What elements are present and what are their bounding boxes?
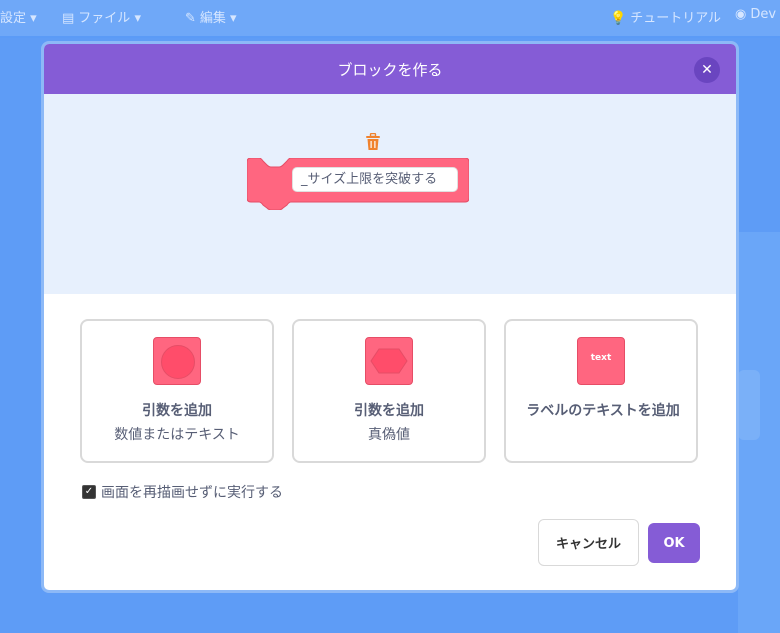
add-boolean-input-button[interactable]: 引数を追加 真偽値 (292, 319, 486, 463)
custom-block-preview: _サイズ上限を突破する (246, 157, 470, 214)
cancel-button[interactable]: キャンセル (538, 519, 639, 566)
avatar: ◉ (735, 7, 747, 22)
add-number-text-input-button[interactable]: 引数を追加 数値またはテキスト (80, 319, 274, 463)
settings-menu-label: 設定 (0, 11, 27, 26)
number-text-input-icon (153, 337, 201, 385)
make-block-dialog: ブロックを作る ✕ _サイズ上限を突破する 引数を追加 数値またはテキスト 引数… (41, 41, 739, 593)
run-without-refresh-row: ✓ 画面を再描画せずに実行する (82, 482, 283, 502)
pencil-icon: ✎ (185, 11, 196, 26)
close-button[interactable]: ✕ (694, 57, 720, 83)
lightbulb-icon: 💡 (610, 11, 627, 26)
option-subtitle: 真偽値 (368, 427, 410, 443)
file-menu[interactable]: ▤ ファイル ▾ (62, 7, 141, 26)
add-options: 引数を追加 数値またはテキスト 引数を追加 真偽値 text ラベルのテキストを… (80, 319, 700, 463)
close-icon: ✕ (701, 62, 713, 78)
option-subtitle: 数値またはテキスト (114, 427, 240, 443)
file-menu-label: ファイル (78, 11, 131, 26)
file-icon: ▤ (62, 11, 75, 26)
ok-button[interactable]: OK (648, 523, 700, 563)
boolean-input-icon (365, 337, 413, 385)
block-preview-area: _サイズ上限を突破する (44, 94, 736, 294)
trash-icon[interactable] (365, 133, 381, 151)
tutorial-link[interactable]: 💡 チュートリアル (610, 7, 721, 26)
edit-menu[interactable]: ✎ 編集 ▾ (185, 7, 237, 26)
dialog-title: ブロックを作る (337, 60, 443, 79)
run-without-refresh-checkbox[interactable]: ✓ (82, 485, 96, 499)
settings-menu[interactable]: 設定 ▾ (0, 7, 37, 26)
tutorial-label: チュートリアル (630, 11, 722, 26)
label-icon-text: text (590, 353, 612, 363)
option-title: ラベルのテキストを追加 (526, 403, 680, 419)
run-without-refresh-label: 画面を再描画せずに実行する (101, 485, 283, 501)
add-label-text-button[interactable]: text ラベルのテキストを追加 (504, 319, 698, 463)
edit-menu-label: 編集 (199, 11, 226, 26)
block-name-input[interactable]: _サイズ上限を突破する (292, 167, 458, 192)
dialog-header: ブロックを作る ✕ (44, 44, 736, 94)
option-title: 引数を追加 (142, 403, 212, 419)
user-label: Dev (750, 7, 777, 22)
zoom-controls (738, 370, 760, 440)
menu-bar: 設定 ▾ ▤ ファイル ▾ ✎ 編集 ▾ 💡 チュートリアル ◉ Dev (0, 0, 780, 36)
user-menu[interactable]: ◉ Dev (735, 7, 776, 22)
option-title: 引数を追加 (354, 403, 424, 419)
label-text-icon: text (577, 337, 625, 385)
